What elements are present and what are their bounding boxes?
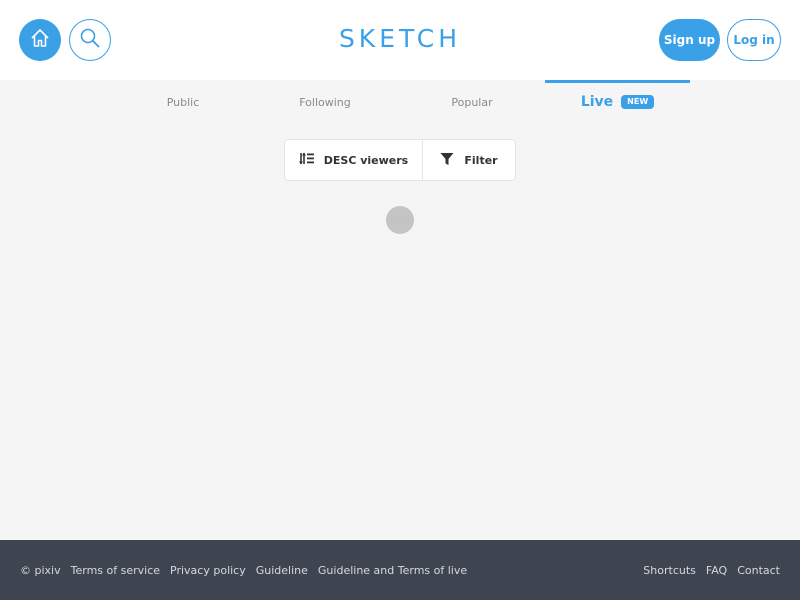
footer-link-terms-of-service[interactable]: Terms of service [71,564,160,577]
filter-label: Filter [464,153,498,167]
site-logo[interactable]: SKETCH [339,24,461,53]
filter-button[interactable]: Filter [423,140,515,180]
tab-live-label: Live [580,94,614,110]
footer-link-shortcuts[interactable]: Shortcuts [643,564,696,577]
sort-button[interactable]: DESC viewers [285,140,423,180]
footer-link-privacy-policy[interactable]: Privacy policy [170,564,246,577]
sort-filter-bar: DESC viewers Filter [284,139,516,181]
active-tab-indicator [545,80,690,83]
loading-spinner [386,206,414,234]
footer-left-links: © pixiv Terms of service Privacy policy … [20,564,477,577]
feed-tabs: Public Following Popular Live NEW [0,80,800,124]
tab-popular[interactable]: Popular [422,80,522,124]
sort-icon [298,152,324,168]
footer-link-contact[interactable]: Contact [737,564,780,577]
sort-label: DESC viewers [323,153,409,167]
tab-live[interactable]: Live NEW [545,80,690,124]
filter-icon [440,152,464,169]
footer-link-live-guideline[interactable]: Guideline and Terms of live [318,564,467,577]
tab-following-label: Following [299,95,351,109]
home-icon [29,27,51,53]
footer-link-guideline[interactable]: Guideline [256,564,308,577]
footer-link-faq[interactable]: FAQ [706,564,727,577]
page-footer: © pixiv Terms of service Privacy policy … [0,540,800,600]
tab-public-label: Public [166,95,200,109]
sign-up-button[interactable]: Sign up [659,19,720,61]
home-button[interactable] [19,19,61,61]
footer-right-links: Shortcuts FAQ Contact [633,564,780,577]
search-button[interactable] [69,19,111,61]
copyright-text: © pixiv [20,563,61,577]
tab-following[interactable]: Following [275,80,375,124]
tab-public[interactable]: Public [133,80,233,124]
new-badge: NEW [621,95,655,109]
top-header: SKETCH Sign up Log in [0,0,800,80]
tab-popular-label: Popular [451,95,493,109]
search-icon [79,27,101,53]
log-in-button[interactable]: Log in [727,19,781,61]
